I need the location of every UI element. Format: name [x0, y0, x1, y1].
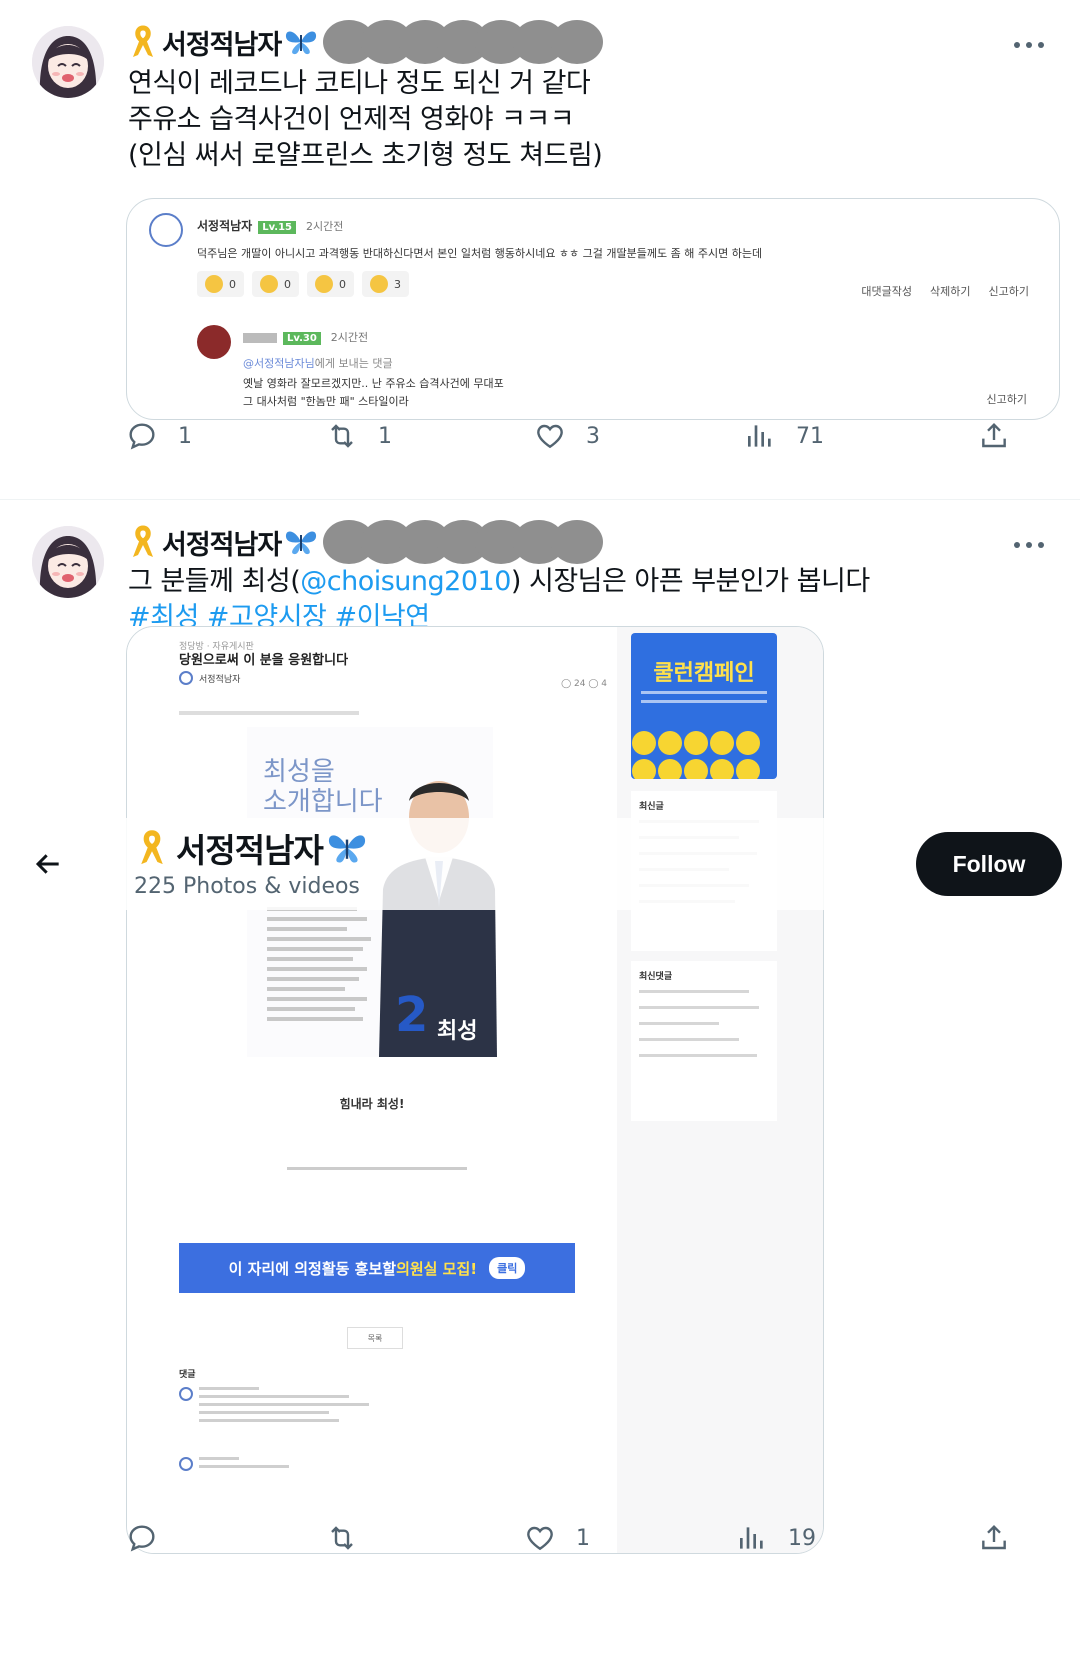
display-name: 서정적남자 — [176, 831, 324, 870]
like-icon — [537, 424, 563, 449]
list-button: 목록 — [347, 1327, 403, 1349]
reply-button[interactable] — [126, 1518, 178, 1558]
butterfly-icon — [286, 31, 317, 55]
yellow-ribbon-icon — [133, 25, 153, 57]
display-name[interactable]: 서정적남자 — [162, 23, 282, 62]
like-button[interactable]: 3 — [534, 416, 600, 456]
action-bar: 1 1 3 71 — [126, 416, 1040, 456]
reaction: 0 — [197, 271, 244, 297]
reaction: 0 — [252, 271, 299, 297]
retweet-icon — [331, 1526, 353, 1550]
media-header-name: 서정적남자 — [138, 824, 369, 872]
recent-comments: 최신댓글 — [631, 961, 777, 1121]
post-cheer: 힘내라 최성! — [339, 1097, 405, 1111]
yellow-ribbon-icon — [141, 830, 163, 865]
mention-link[interactable]: @choisung2010 — [300, 566, 511, 597]
reaction: 0 — [307, 271, 354, 297]
retweet-button[interactable]: 1 — [326, 416, 392, 456]
share-icon — [982, 1524, 1006, 1550]
post-sidebar: 쿨런캠페인 최신글 최신댓글 — [617, 627, 823, 1553]
retweet-icon — [331, 424, 353, 448]
action-bar: 1 19 — [126, 1518, 1040, 1558]
like-button[interactable]: 1 — [524, 1518, 590, 1558]
avatar[interactable] — [32, 526, 104, 598]
reply-avatar — [197, 325, 231, 359]
reply-text: 그 대사처럼 "한놈만 패" 스타일이라 — [243, 395, 409, 408]
post-comment — [179, 1457, 289, 1473]
more-icon[interactable] — [1014, 530, 1044, 560]
reaction: 3 — [362, 271, 409, 297]
share-icon — [982, 422, 1006, 448]
media-count: 225 Photos & videos — [134, 874, 360, 899]
reply-icon — [129, 1525, 155, 1552]
tweet[interactable]: 서정적남자 연식이 레코드나 코티나 정도 되신 거 같다 주유소 습격사건이 … — [0, 0, 1080, 500]
emoji-icon — [370, 275, 388, 293]
emoji-icon — [260, 275, 278, 293]
views-button[interactable]: 71 — [744, 416, 824, 456]
comment-reactions: 0 0 0 3 — [197, 271, 409, 297]
share-button[interactable] — [978, 1518, 1010, 1558]
redacted-handle — [323, 20, 604, 64]
embedded-post-image[interactable]: 정당방 · 자유게시판 당원으로써 이 분을 응원합니다 서정적남자 ◯ 24 … — [126, 626, 824, 1554]
tweet-text: 연식이 레코드나 코티나 정도 되신 거 같다 주유소 습격사건이 언제적 영화… — [128, 68, 603, 171]
poster-career-list — [267, 907, 377, 1027]
tweet[interactable]: 서정적남자 그 분들께 최성(@choisung2010) 시장님은 아픈 부분… — [0, 500, 1080, 1664]
back-arrow-icon[interactable] — [32, 848, 64, 880]
more-icon[interactable] — [1014, 30, 1044, 60]
author-name-row[interactable]: 서정적남자 — [130, 20, 604, 64]
candidate-photo — [379, 781, 497, 1057]
avatar[interactable] — [32, 26, 104, 98]
share-button[interactable] — [978, 416, 1010, 456]
redacted-handle — [323, 520, 604, 564]
reply-button[interactable]: 1 — [126, 416, 192, 456]
views-icon — [748, 425, 771, 447]
campaign-ad: 쿨런캠페인 — [631, 633, 777, 779]
reply-to: @서정적남자님에게 보내는 댓글 — [243, 357, 393, 370]
media-header: 서정적남자 225 Photos & videos Follow — [0, 818, 1080, 910]
emoji-icon — [205, 275, 223, 293]
yellow-ribbon-icon — [133, 525, 153, 557]
reply-author: Lv.30 2시간전 — [243, 329, 368, 345]
post-main: 정당방 · 자유게시판 당원으로써 이 분을 응원합니다 서정적남자 ◯ 24 … — [127, 627, 617, 1553]
reply-text: 옛날 영화라 잘모르겠지만.. 난 주유소 습격사건에 무대포 — [243, 377, 504, 390]
retweet-button[interactable] — [326, 1518, 378, 1558]
reply-icon — [129, 423, 155, 450]
comments-header: 댓글 — [179, 1370, 196, 1380]
comment-avatar — [149, 213, 183, 247]
comment-author: 서정적남자 Lv.15 2시간전 — [197, 219, 344, 234]
embedded-comment-image[interactable]: 서정적남자 Lv.15 2시간전 덕주님은 개딸이 아니시고 과격행동 반대하신다면… — [126, 198, 1060, 420]
follow-button[interactable]: Follow — [916, 832, 1062, 896]
display-name[interactable]: 서정적남자 — [162, 523, 282, 562]
post-meta: ◯ 24 ◯ 4 — [561, 679, 607, 689]
comment-text: 덕주님은 개딸이 아니시고 과격행동 반대하신다면서 본인 일처럼 행동하시네요… — [197, 247, 763, 260]
reply-report: 신고하기 — [986, 393, 1027, 406]
emoji-icon — [315, 275, 333, 293]
poster-headline: 최성을 소개합니다 — [263, 757, 383, 817]
views-icon — [740, 1527, 763, 1549]
comment-reply: Lv.30 2시간전 @서정적남자님에게 보내는 댓글 옛날 영화라 잘모르겠지만… — [197, 323, 1027, 413]
post-comment — [179, 1387, 369, 1427]
author-name-row[interactable]: 서정적남자 — [130, 520, 604, 564]
post-author: 서정적남자 — [179, 671, 240, 685]
butterfly-icon — [328, 835, 365, 863]
ad-banner: 이 자리에 의정활동 홍보할 의원실 모집! 클릭 — [179, 1243, 575, 1293]
comment-actions: 대댓글작성 삭제하기 신고하기 — [861, 285, 1029, 298]
post-title: 당원으로써 이 분을 응원합니다 — [179, 653, 349, 668]
butterfly-icon — [286, 531, 317, 555]
views-button[interactable]: 19 — [736, 1518, 816, 1558]
like-icon — [527, 1526, 553, 1551]
